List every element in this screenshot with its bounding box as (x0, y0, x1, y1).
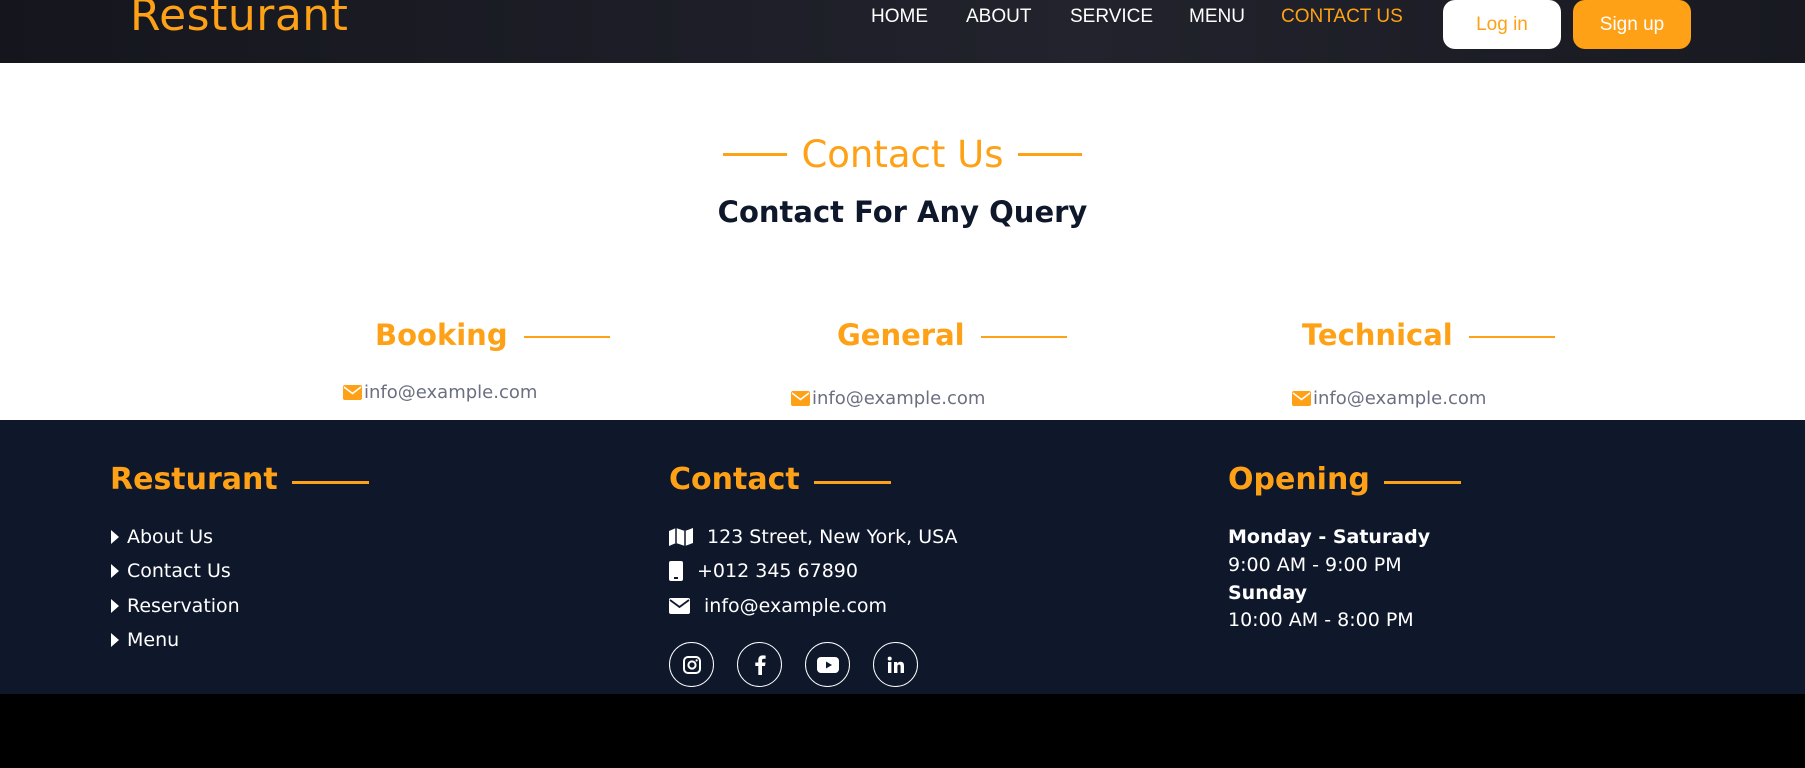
nav-menu[interactable]: MENU (1189, 6, 1245, 28)
envelope-icon (669, 598, 690, 614)
contact-section: Contact Us Contact For Any Query Booking… (0, 63, 1805, 420)
category-booking: Booking (375, 318, 610, 352)
footer: Resturant About Us Contact Us Reservatio… (0, 420, 1805, 694)
opening-hours-weekdays: 9:00 AM - 9:00 PM (1228, 554, 1402, 576)
address-text: 123 Street, New York, USA (707, 526, 958, 548)
footer-link-about-us[interactable]: About Us (111, 526, 213, 548)
footer-link-menu[interactable]: Menu (111, 629, 179, 651)
footer-link-label[interactable]: Contact Us (127, 560, 231, 582)
map-icon (669, 528, 693, 546)
section-subtitle-text: Contact Us (801, 133, 1004, 176)
envelope-icon (791, 391, 810, 406)
nav-about[interactable]: ABOUT (966, 6, 1031, 28)
signup-button[interactable]: Sign up (1573, 0, 1691, 49)
footer-phone: +012 345 67890 (669, 560, 858, 582)
category-technical-label: Technical (1302, 318, 1453, 352)
phone-text: +012 345 67890 (697, 560, 858, 582)
section-title: Contact For Any Query (717, 195, 1088, 229)
nav-home[interactable]: HOME (871, 6, 928, 28)
category-general: General (837, 318, 1067, 352)
divider-line (1017, 153, 1082, 156)
footer-link-reservation[interactable]: Reservation (111, 595, 240, 617)
footer-email[interactable]: info@example.com (669, 595, 887, 617)
footer-brand-heading-text: Resturant (110, 462, 278, 497)
nav-contact-us[interactable]: CONTACT US (1281, 6, 1403, 28)
caret-right-icon (111, 633, 119, 647)
login-button[interactable]: Log in (1443, 0, 1561, 49)
divider-line (523, 336, 610, 338)
footer-link-label[interactable]: About Us (127, 526, 213, 548)
divider-line (291, 481, 369, 484)
divider-line (980, 336, 1067, 338)
footer-opening-heading-text: Opening (1228, 462, 1370, 497)
navbar: Resturant HOME ABOUT SERVICE MENU CONTAC… (0, 0, 1805, 63)
category-general-label: General (837, 318, 965, 352)
nav-service[interactable]: SERVICE (1070, 6, 1153, 28)
divider-line (723, 153, 788, 156)
opening-hours-sunday: 10:00 AM - 8:00 PM (1228, 609, 1414, 631)
brand-logo[interactable]: Resturant (130, 0, 348, 41)
envelope-icon (343, 385, 362, 400)
linkedin-icon[interactable] (873, 642, 918, 687)
footer-contact-heading: Contact (669, 462, 891, 497)
footer-opening-heading: Opening (1228, 462, 1461, 497)
divider-line (813, 481, 891, 484)
booking-email-text[interactable]: info@example.com (364, 382, 537, 403)
booking-email[interactable]: info@example.com (343, 382, 537, 403)
instagram-icon[interactable] (669, 642, 714, 687)
footer-link-label[interactable]: Reservation (127, 595, 240, 617)
divider-line (1468, 336, 1555, 338)
facebook-icon[interactable] (737, 642, 782, 687)
caret-right-icon (111, 599, 119, 613)
youtube-icon[interactable] (805, 642, 850, 687)
envelope-icon (1292, 391, 1311, 406)
category-booking-label: Booking (375, 318, 508, 352)
opening-days-weekdays: Monday - Saturady (1228, 526, 1431, 548)
technical-email[interactable]: info@example.com (1292, 388, 1486, 409)
general-email-text[interactable]: info@example.com (812, 388, 985, 409)
email-text[interactable]: info@example.com (704, 595, 887, 617)
footer-contact-heading-text: Contact (669, 462, 800, 497)
footer-address: 123 Street, New York, USA (669, 526, 958, 548)
opening-days-sunday: Sunday (1228, 582, 1307, 604)
caret-right-icon (111, 530, 119, 544)
footer-brand-heading: Resturant (110, 462, 369, 497)
general-email[interactable]: info@example.com (791, 388, 985, 409)
footer-link-label[interactable]: Menu (127, 629, 179, 651)
technical-email-text[interactable]: info@example.com (1313, 388, 1486, 409)
mobile-icon (669, 561, 683, 581)
divider-line (1383, 481, 1461, 484)
section-subtitle: Contact Us (0, 133, 1805, 176)
caret-right-icon (111, 564, 119, 578)
category-technical: Technical (1302, 318, 1555, 352)
footer-link-contact-us[interactable]: Contact Us (111, 560, 231, 582)
